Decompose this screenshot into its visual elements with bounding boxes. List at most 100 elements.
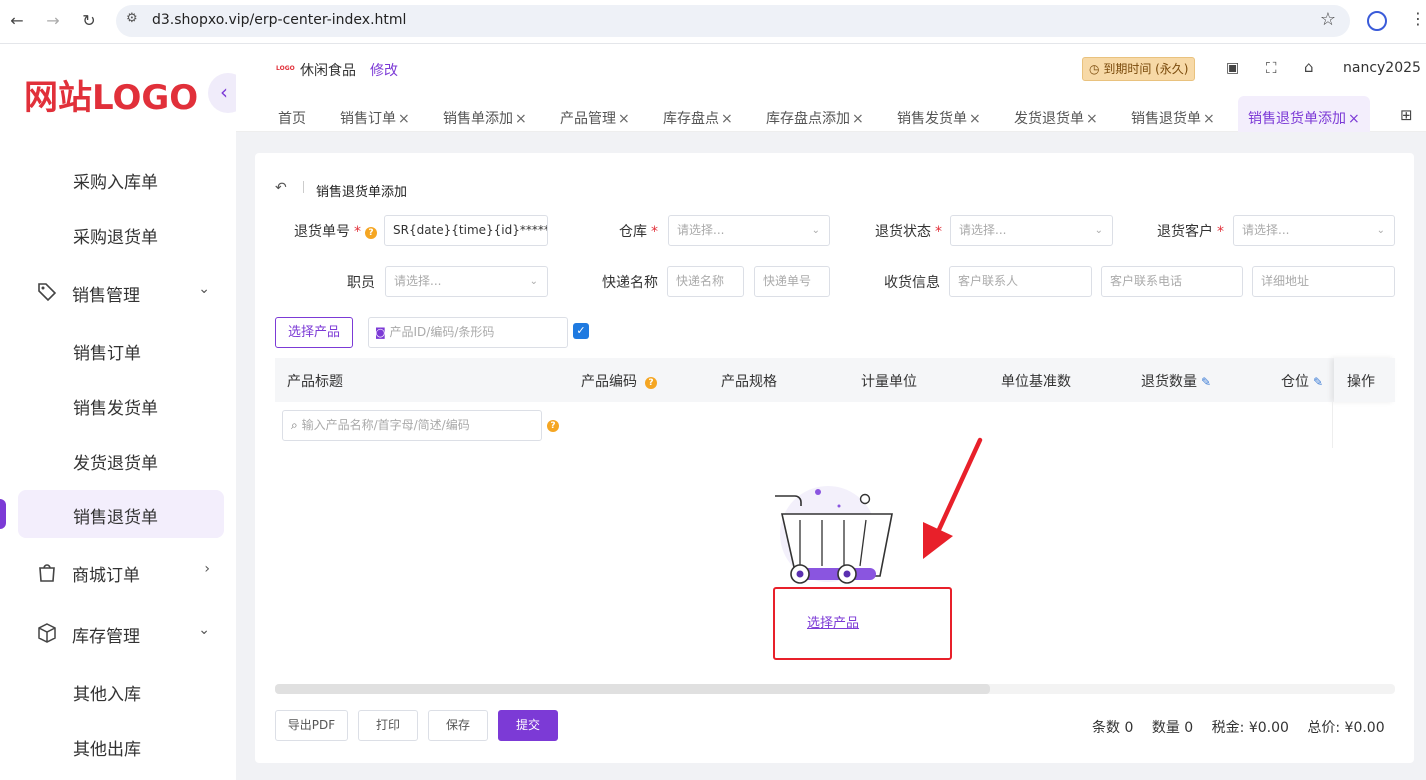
back-icon[interactable]: ← xyxy=(6,10,28,32)
tab-stock-check[interactable]: 库存盘点 × xyxy=(663,96,733,132)
address-bar[interactable]: ⚙ d3.shopxo.vip/erp-center-index.html ☆ xyxy=(116,5,1350,37)
export-pdf-button[interactable]: 导出PDF xyxy=(275,710,348,741)
edit-icon[interactable]: ✎ xyxy=(1201,375,1211,389)
checkbox-checked[interactable]: ✓ xyxy=(573,323,589,339)
grid-menu-icon[interactable]: ⊞ xyxy=(1400,106,1413,124)
close-icon[interactable]: × xyxy=(1348,111,1360,127)
form-title: 销售退货单添加 xyxy=(316,185,408,200)
fullscreen-icon[interactable]: ⛶ xyxy=(1266,59,1277,77)
chevron-down-icon: ⌄ xyxy=(1094,225,1103,236)
close-icon[interactable]: × xyxy=(1203,111,1215,127)
top-header: LOGO 休闲食品 修改 ◷ 到期时间 (永久) ▣ ⛶ ⌂ nancy2025 xyxy=(236,44,1426,96)
column-header: 产品标题 xyxy=(287,374,343,390)
help-icon[interactable]: ? xyxy=(365,227,377,239)
return-no-label: 退货单号 *? xyxy=(285,221,377,241)
bookmark-star-icon[interactable]: ☆ xyxy=(1320,9,1336,30)
footer-summary: 条数 0 数量 0 税金: ¥0.00 总价: ¥0.00 xyxy=(1092,717,1385,737)
horizontal-scrollbar[interactable] xyxy=(275,684,1395,694)
tax-label: 税金: xyxy=(1211,720,1245,736)
tab-delivery-return[interactable]: 发货退货单 × xyxy=(1014,96,1098,132)
tab-sales-return-add[interactable]: 销售退货单添加 × xyxy=(1238,96,1370,132)
edit-store-link[interactable]: 修改 xyxy=(370,60,398,80)
tab-stock-check-add[interactable]: 库存盘点添加 × xyxy=(766,96,864,132)
sidebar-item-delivery-return[interactable]: 发货退货单 xyxy=(73,449,158,474)
sidebar-item-sales-order[interactable]: 销售订单 xyxy=(73,339,141,364)
tab-sales-delivery[interactable]: 销售发货单 × xyxy=(897,96,981,132)
profile-icon[interactable] xyxy=(1367,11,1387,31)
column-header: 退货数量 ✎ xyxy=(1141,371,1211,391)
close-icon[interactable]: × xyxy=(852,111,864,127)
sidebar-group-inventory[interactable]: 库存管理 ⌄ xyxy=(36,620,216,650)
tab-sales-add[interactable]: 销售单添加 × xyxy=(443,96,527,132)
forward-icon[interactable]: → xyxy=(42,10,64,32)
phone-input[interactable]: 客户联系电话 xyxy=(1101,266,1243,297)
tab-label: 销售退货单 xyxy=(1131,111,1201,127)
tab-label: 销售发货单 xyxy=(897,111,967,127)
username[interactable]: nancy2025 xyxy=(1343,60,1421,76)
title-divider xyxy=(303,181,304,193)
contact-input[interactable]: 客户联系人 xyxy=(949,266,1092,297)
tab-label: 销售订单 xyxy=(340,111,396,127)
warehouse-select[interactable]: 请选择... ⌄ xyxy=(668,215,830,246)
save-button[interactable]: 保存 xyxy=(428,710,488,741)
tab-sales-return[interactable]: 销售退货单 × xyxy=(1131,96,1215,132)
home-icon[interactable]: ⌂ xyxy=(1304,58,1314,76)
tab-home[interactable]: 首页 xyxy=(278,96,306,132)
document-icon[interactable]: ▣ xyxy=(1226,60,1239,76)
customer-select[interactable]: 请选择... ⌄ xyxy=(1233,215,1395,246)
staff-select[interactable]: 请选择... ⌄ xyxy=(385,266,548,297)
receive-label: 收货信息 xyxy=(884,275,940,291)
close-icon[interactable]: × xyxy=(398,111,410,127)
box-icon xyxy=(36,622,60,646)
close-icon[interactable]: × xyxy=(515,111,527,127)
tab-label: 首页 xyxy=(278,111,306,127)
sidebar-group-mall-orders[interactable]: 商城订单 › xyxy=(36,559,216,589)
column-header: 仓位 ✎ xyxy=(1281,371,1323,391)
product-search-input[interactable]: ◙ 产品ID/编码/条形码 xyxy=(368,317,568,348)
column-header: 产品规格 xyxy=(721,374,777,390)
close-icon[interactable]: × xyxy=(1086,111,1098,127)
print-button[interactable]: 打印 xyxy=(358,710,418,741)
select-placeholder: 请选择... xyxy=(677,223,725,237)
warehouse-label: 仓库 * xyxy=(590,221,658,241)
submit-button[interactable]: 提交 xyxy=(498,710,558,741)
edit-icon[interactable]: ✎ xyxy=(1313,375,1323,389)
reload-icon[interactable]: ↻ xyxy=(78,10,100,32)
input-placeholder: 产品ID/编码/条形码 xyxy=(389,325,495,339)
tab-sales-order[interactable]: 销售订单 × xyxy=(340,96,410,132)
sidebar-item-purchase-return[interactable]: 采购退货单 xyxy=(73,223,158,248)
tracking-no-input[interactable]: 快递单号 xyxy=(754,266,830,297)
table-header: 产品标题 产品编码? 产品规格 计量单位 单位基准数 退货数量 ✎ 仓位 ✎ 操作 xyxy=(275,358,1395,402)
annotation-arrow-icon xyxy=(923,437,983,559)
browser-menu-icon[interactable]: ⋮ xyxy=(1410,9,1426,28)
back-arrow-icon[interactable]: ↶ xyxy=(275,180,287,196)
label-text: 退货客户 xyxy=(1157,224,1213,240)
express-name-input[interactable]: 快递名称 xyxy=(667,266,744,297)
tab-product-manage[interactable]: 产品管理 × xyxy=(560,96,630,132)
sidebar-item-other-in[interactable]: 其他入库 xyxy=(73,680,141,705)
address-input[interactable]: 详细地址 xyxy=(1252,266,1395,297)
sidebar-item-other-out[interactable]: 其他出库 xyxy=(73,735,141,760)
sidebar-item-purchase-in[interactable]: 采购入库单 xyxy=(73,168,158,193)
sidebar-item-sales-delivery[interactable]: 销售发货单 xyxy=(73,394,158,419)
select-product-button[interactable]: 选择产品 xyxy=(275,317,353,348)
return-no-input[interactable]: SR{date}{time}{id}****** xyxy=(384,215,548,246)
status-label: 退货状态 * xyxy=(850,221,942,241)
help-icon[interactable]: ? xyxy=(547,420,559,432)
help-icon[interactable]: ? xyxy=(645,377,657,389)
column-header-text: 退货数量 xyxy=(1141,374,1197,390)
status-select[interactable]: 请选择... ⌄ xyxy=(950,215,1113,246)
close-icon[interactable]: × xyxy=(721,111,733,127)
close-icon[interactable]: × xyxy=(969,111,981,127)
required-mark: * xyxy=(1217,224,1224,240)
sidebar-group-label: 商城订单 xyxy=(72,566,140,586)
sidebar-item-sales-return[interactable]: 销售退货单 xyxy=(73,503,158,528)
scrollbar-thumb[interactable] xyxy=(275,684,990,694)
close-icon[interactable]: × xyxy=(618,111,630,127)
url-text[interactable]: d3.shopxo.vip/erp-center-index.html xyxy=(152,12,406,28)
sidebar-group-sales[interactable]: 销售管理 ⌄ xyxy=(36,279,216,309)
table-product-search[interactable]: ⌕ 输入产品名称/首字母/简述/编码 xyxy=(282,410,542,441)
count-label: 条数 xyxy=(1092,720,1120,736)
site-settings-icon[interactable]: ⚙ xyxy=(126,11,138,26)
select-placeholder: 请选择... xyxy=(959,223,1007,237)
